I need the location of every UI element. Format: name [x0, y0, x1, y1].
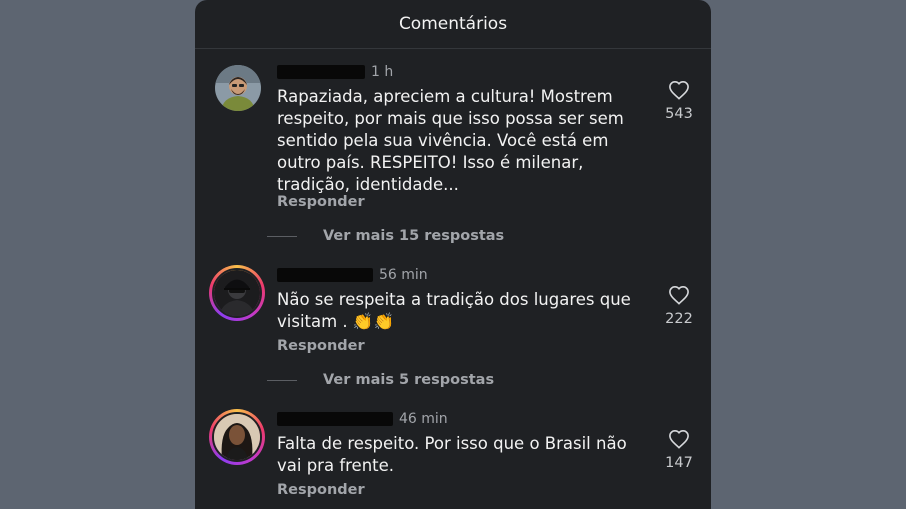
heart-icon	[669, 429, 689, 449]
redacted-username	[277, 65, 365, 79]
comment-time: 56 min	[379, 267, 428, 283]
view-more-replies[interactable]: Ver mais 15 respostas	[267, 228, 505, 244]
reply-button[interactable]: Responder	[277, 194, 365, 210]
comment-text-line: Rapaziada, apreciem a cultura! Mostrem	[277, 87, 613, 106]
reply-button[interactable]: Responder	[277, 338, 365, 354]
comment-time: 1 h	[371, 64, 394, 80]
comment-text-line: Não se respeita a tradição dos lugares q…	[277, 290, 631, 309]
comment-text-line: outro país. RESPEITO! Isso é milenar,	[277, 153, 584, 172]
like-count: 147	[665, 455, 693, 471]
comment-text-line: respeito, por mais que isso possa ser se…	[277, 109, 624, 128]
avatar-image	[212, 268, 262, 318]
comment-meta: 46 min	[277, 409, 448, 429]
like-button[interactable]: 543	[659, 80, 699, 122]
comment-text: Não se respeita a tradição dos lugares q…	[277, 289, 637, 333]
view-more-replies-label: Ver mais 15 respostas	[323, 228, 505, 244]
redacted-username	[277, 412, 393, 426]
like-button[interactable]: 147	[659, 429, 699, 471]
heart-icon	[669, 285, 689, 305]
comment-text: Rapaziada, apreciem a cultura! Mostrem r…	[277, 86, 637, 196]
like-count: 222	[665, 311, 693, 327]
divider	[267, 235, 297, 237]
divider	[267, 379, 297, 381]
reply-button[interactable]: Responder	[277, 482, 365, 498]
view-more-replies-label: Ver mais 5 respostas	[323, 372, 495, 388]
comment-text-line: tradição, identidade...	[277, 175, 459, 194]
comment-text-line: visitam . 👏👏	[277, 312, 395, 331]
avatar[interactable]	[209, 265, 265, 321]
comment-text-line: vai pra frente.	[277, 456, 395, 475]
comment-meta: 56 min	[277, 265, 428, 285]
avatar-image	[212, 412, 262, 462]
panel-header: Comentários	[195, 0, 711, 49]
comment-text: Falta de respeito. Por isso que o Brasil…	[277, 433, 637, 477]
comments-panel: Comentários 1 h Rapaziada, apreciem a cu…	[195, 0, 711, 509]
comment-meta: 1 h	[277, 62, 393, 82]
avatar[interactable]	[215, 65, 261, 111]
comment-text-line: Falta de respeito. Por isso que o Brasil…	[277, 434, 627, 453]
comment-time: 46 min	[399, 411, 448, 427]
view-more-replies[interactable]: Ver mais 5 respostas	[267, 372, 495, 388]
avatar[interactable]	[209, 409, 265, 465]
redacted-username	[277, 268, 373, 282]
heart-icon	[669, 80, 689, 100]
like-button[interactable]: 222	[659, 285, 699, 327]
like-count: 543	[665, 106, 693, 122]
comment-text-line: sentido pela sua vivência. Você está em	[277, 131, 609, 150]
page-title: Comentários	[398, 14, 508, 34]
